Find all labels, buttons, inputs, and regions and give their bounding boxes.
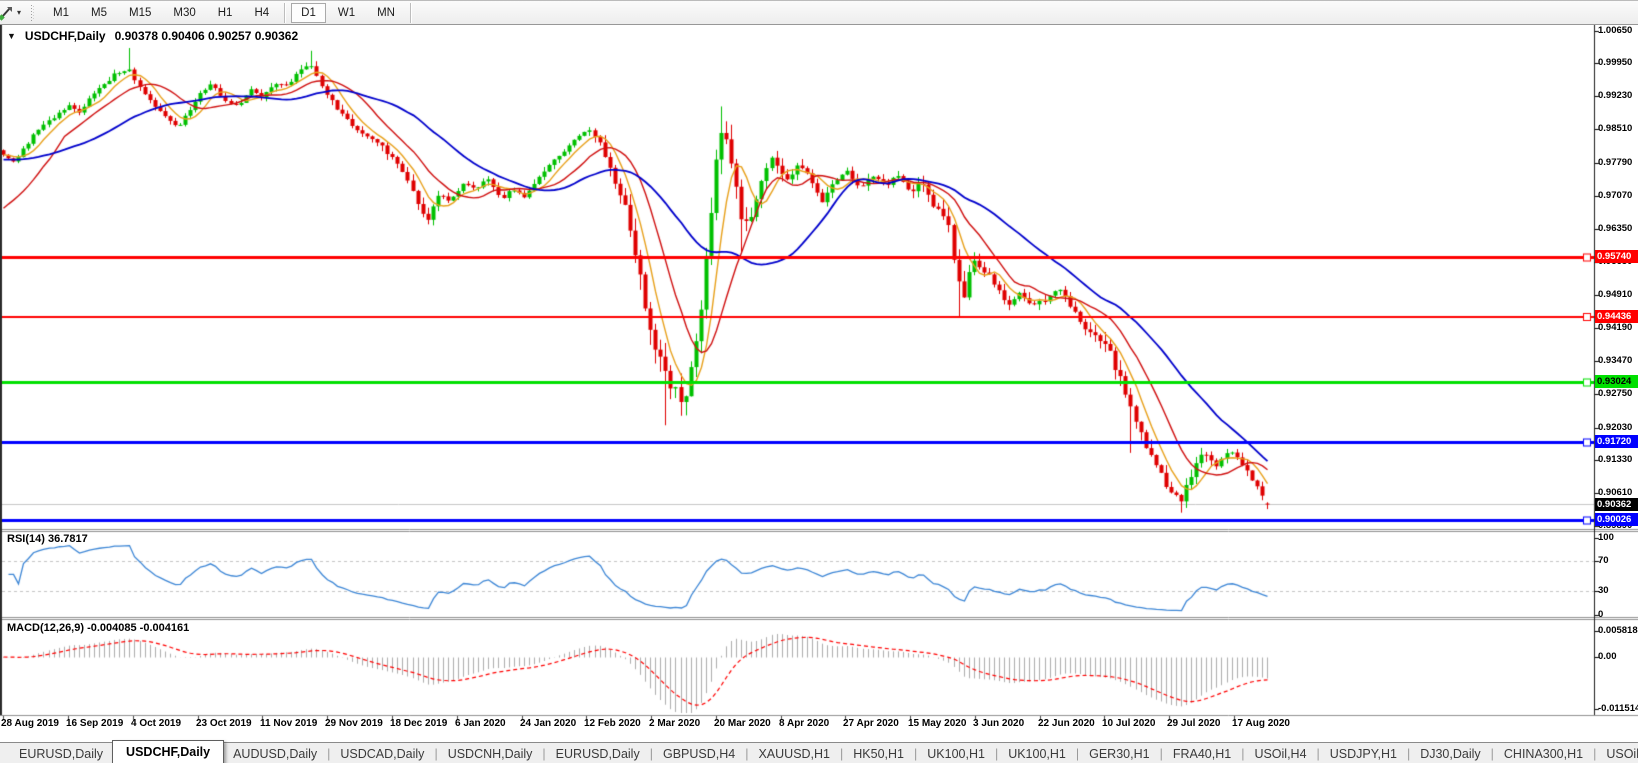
price-chart-canvas[interactable] [0, 25, 1638, 742]
chart-tab-gbpusd-h4[interactable]: GBPUSD,H4 [654, 745, 744, 763]
level-price-tag: 0.91720 [1595, 435, 1638, 448]
macd-axis-label: 0.00 [1598, 651, 1617, 662]
chart-tab-uk100-h1[interactable]: UK100,H1 [999, 745, 1075, 763]
price-tick-label: 0.94910 [1598, 289, 1632, 300]
chart-tab-bar: EURUSD,DailyUSDCHF,DailyAUDUSD,Daily|USD… [0, 742, 1638, 763]
rsi-label: RSI(14) 36.7817 [7, 533, 88, 545]
level-price-tag: 0.93024 [1595, 375, 1638, 388]
chart-tab-usdchf-daily[interactable]: USDCHF,Daily [112, 740, 224, 763]
toolbar-separator [410, 3, 412, 23]
chart-tab-china300-h1[interactable]: CHINA300,H1 [1495, 745, 1592, 763]
date-tick-label: 11 Nov 2019 [260, 718, 317, 729]
toolbar-separator [284, 3, 286, 23]
date-tick-label: 16 Sep 2019 [66, 718, 123, 729]
chart-tab-eurusd-daily[interactable]: EURUSD,Daily [10, 745, 112, 763]
macd-label: MACD(12,26,9) -0.004085 -0.004161 [7, 622, 189, 634]
date-tick-label: 23 Oct 2019 [196, 718, 252, 729]
rsi-axis-label: 70 [1598, 555, 1609, 566]
price-tick-label: 0.92750 [1598, 388, 1632, 399]
price-tick-label: 0.91330 [1598, 454, 1632, 465]
date-tick-label: 17 Aug 2020 [1232, 718, 1290, 729]
toolbar: ▾ M1M5M15M30H1H4 D1W1MN [0, 1, 1638, 25]
price-tick-label: 0.94190 [1598, 322, 1632, 333]
price-tick-label: 0.97070 [1598, 190, 1632, 201]
date-tick-label: 27 Apr 2020 [843, 718, 899, 729]
macd-axis-label: -0.011514 [1598, 703, 1638, 714]
chart-tab-dj30-daily[interactable]: DJ30,Daily [1411, 745, 1489, 763]
current-price-tag: 0.90362 [1595, 498, 1638, 511]
chart-area: ▼ USDCHF,Daily 0.90378 0.90406 0.90257 0… [0, 25, 1638, 742]
cursor-tool-button[interactable] [0, 4, 15, 22]
date-tick-label: 4 Oct 2019 [131, 718, 181, 729]
chart-tab-hk50-h1[interactable]: HK50,H1 [844, 745, 913, 763]
chart-tab-usdjpy-h1[interactable]: USDJPY,H1 [1321, 745, 1406, 763]
level-price-tag: 0.94436 [1595, 310, 1638, 323]
chart-tab-fra40-h1[interactable]: FRA40,H1 [1164, 745, 1240, 763]
timeframe-button-M15[interactable]: M15 [119, 3, 161, 23]
date-tick-label: 29 Jul 2020 [1167, 718, 1220, 729]
chart-tab-usoil-h1[interactable]: USOil,H1 [1597, 745, 1638, 763]
date-tick-label: 18 Dec 2019 [390, 718, 447, 729]
date-tick-label: 22 Jun 2020 [1038, 718, 1095, 729]
dropdown-caret-icon[interactable]: ▾ [15, 8, 27, 17]
toolbar-grip[interactable] [31, 5, 35, 21]
timeframe-button-M5[interactable]: M5 [81, 3, 117, 23]
chart-tab-usdcnh-daily[interactable]: USDCNH,Daily [439, 745, 542, 763]
chart-tab-xauusd-h1[interactable]: XAUUSD,H1 [749, 745, 839, 763]
cursor-crosshair-icon [0, 5, 14, 21]
price-tick-label: 0.99950 [1598, 57, 1632, 68]
date-tick-label: 20 Mar 2020 [714, 718, 771, 729]
chart-tab-usoil-h4[interactable]: USOil,H4 [1245, 745, 1315, 763]
rsi-axis-label: 0 [1598, 609, 1603, 620]
rsi-axis-label: 100 [1598, 532, 1614, 543]
date-tick-label: 2 Mar 2020 [649, 718, 700, 729]
date-tick-label: 10 Jul 2020 [1102, 718, 1155, 729]
mt4-window: ▾ M1M5M15M30H1H4 D1W1MN ▼ USDCHF,Daily 0.… [0, 0, 1638, 763]
price-tick-label: 0.98510 [1598, 123, 1632, 134]
price-tick-label: 0.90610 [1598, 487, 1632, 498]
date-tick-label: 3 Jun 2020 [973, 718, 1024, 729]
date-tick-label: 12 Feb 2020 [584, 718, 641, 729]
chart-tab-usdcad-daily[interactable]: USDCAD,Daily [331, 745, 433, 763]
chart-tab-audusd-daily[interactable]: AUDUSD,Daily [224, 745, 326, 763]
chart-symbol-period: USDCHF,Daily [25, 29, 106, 43]
chart-tab-ger30-h1[interactable]: GER30,H1 [1080, 745, 1158, 763]
chart-tab-eurusd-daily[interactable]: EURUSD,Daily [547, 745, 649, 763]
price-tick-label: 0.99230 [1598, 90, 1632, 101]
price-tick-label: 0.92030 [1598, 422, 1632, 433]
chart-tab-uk100-h1[interactable]: UK100,H1 [918, 745, 994, 763]
date-tick-label: 8 Apr 2020 [779, 718, 829, 729]
level-price-tag: 0.90026 [1595, 513, 1638, 526]
date-tick-label: 15 May 2020 [908, 718, 966, 729]
chart-title: ▼ USDCHF,Daily 0.90378 0.90406 0.90257 0… [7, 29, 298, 43]
price-tick-label: 0.96350 [1598, 223, 1632, 234]
timeframe-toolbar: M1M5M15M30H1H4 D1W1MN [42, 1, 416, 24]
rsi-axis-label: 30 [1598, 585, 1609, 596]
price-tick-label: 0.97790 [1598, 157, 1632, 168]
timeframe-button-H4[interactable]: H4 [244, 3, 279, 23]
level-price-tag: 0.95740 [1595, 250, 1638, 263]
timeframe-button-H1[interactable]: H1 [208, 3, 243, 23]
date-tick-label: 6 Jan 2020 [455, 718, 506, 729]
date-tick-label: 28 Aug 2019 [1, 718, 59, 729]
price-tick-label: 1.00650 [1598, 25, 1632, 36]
date-tick-label: 29 Nov 2019 [325, 718, 383, 729]
price-tick-label: 0.93470 [1598, 355, 1632, 366]
timeframe-button-W1[interactable]: W1 [328, 3, 365, 23]
macd-axis-label: 0.005818 [1598, 625, 1638, 636]
timeframe-button-M30[interactable]: M30 [163, 3, 205, 23]
chart-ohlc-values: 0.90378 0.90406 0.90257 0.90362 [115, 29, 299, 43]
timeframe-button-M1[interactable]: M1 [43, 3, 79, 23]
timeframe-button-MN[interactable]: MN [367, 3, 405, 23]
date-tick-label: 24 Jan 2020 [520, 718, 576, 729]
timeframe-button-D1[interactable]: D1 [291, 3, 326, 23]
collapse-chart-icon[interactable]: ▼ [7, 31, 16, 41]
